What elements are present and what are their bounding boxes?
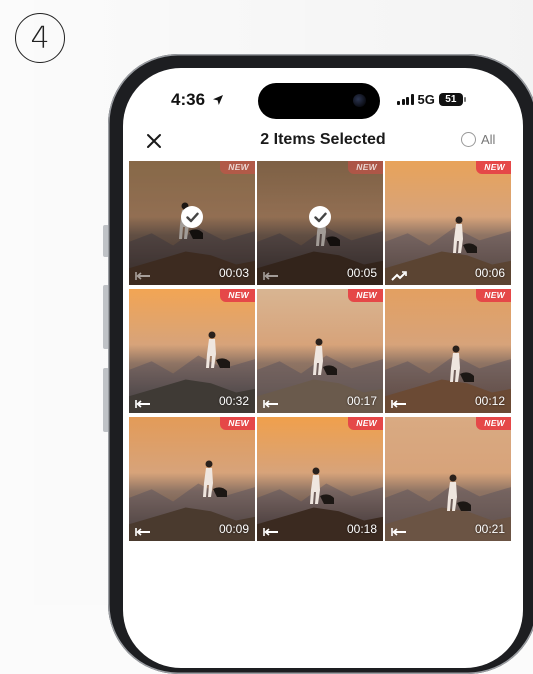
video-duration: 00:05 (346, 266, 377, 280)
signal-icon (397, 94, 414, 105)
video-duration: 00:09 (218, 522, 249, 536)
status-time: 4:36 (171, 90, 224, 110)
dynamic-island (258, 83, 380, 119)
new-badge: NEW (348, 417, 383, 430)
hiker-silhouette (447, 215, 481, 266)
network-label: 5G (417, 92, 435, 107)
new-badge: NEW (476, 289, 511, 302)
trim-icon (135, 396, 151, 408)
new-badge: NEW (476, 417, 511, 430)
speed-icon (391, 268, 407, 281)
hiker-silhouette (307, 337, 341, 388)
video-duration: 00:32 (218, 394, 249, 408)
select-all-toggle[interactable]: All (461, 132, 495, 147)
new-badge: NEW (476, 161, 511, 174)
trim-icon (391, 524, 407, 536)
trim-icon (263, 268, 279, 280)
media-tile[interactable]: NEW 00:12 (385, 289, 511, 413)
phone-screen: 4:36 5G 51 2 Items Selected All NEW 00:03… (123, 68, 523, 668)
media-tile[interactable]: NEW 00:05 (257, 161, 383, 285)
step-number-badge: 4 (15, 13, 65, 63)
media-tile[interactable]: NEW 00:06 (385, 161, 511, 285)
trim-icon (391, 396, 407, 408)
media-tile[interactable]: NEW 00:17 (257, 289, 383, 413)
hiker-silhouette (197, 459, 231, 510)
location-arrow-icon (212, 95, 223, 105)
status-indicators: 5G 51 (397, 92, 466, 107)
media-tile[interactable]: NEW 00:09 (129, 417, 255, 541)
media-tile[interactable]: NEW 00:21 (385, 417, 511, 541)
hiker-silhouette (441, 473, 475, 524)
trim-icon (135, 524, 151, 536)
video-duration: 00:17 (346, 394, 377, 408)
check-icon (181, 206, 203, 228)
new-badge: NEW (348, 289, 383, 302)
new-badge: NEW (220, 161, 255, 174)
media-tile[interactable]: NEW 00:18 (257, 417, 383, 541)
trim-icon (263, 524, 279, 536)
hiker-silhouette (444, 344, 478, 395)
media-tile[interactable]: NEW 00:03 (129, 161, 255, 285)
trim-icon (263, 396, 279, 408)
video-duration: 00:06 (474, 266, 505, 280)
media-tile[interactable]: NEW 00:32 (129, 289, 255, 413)
check-icon (309, 206, 331, 228)
camera-lens (353, 94, 366, 107)
video-duration: 00:18 (346, 522, 377, 536)
new-badge: NEW (348, 161, 383, 174)
video-duration: 00:12 (474, 394, 505, 408)
video-duration: 00:21 (474, 522, 505, 536)
select-all-label: All (481, 132, 496, 147)
hiker-silhouette (200, 330, 234, 381)
new-badge: NEW (220, 417, 255, 430)
battery-icon: 51 (438, 93, 466, 106)
video-duration: 00:03 (218, 266, 249, 280)
new-badge: NEW (220, 289, 255, 302)
radio-circle-icon (461, 132, 476, 147)
trim-icon (135, 268, 151, 280)
hiker-silhouette (304, 466, 338, 517)
